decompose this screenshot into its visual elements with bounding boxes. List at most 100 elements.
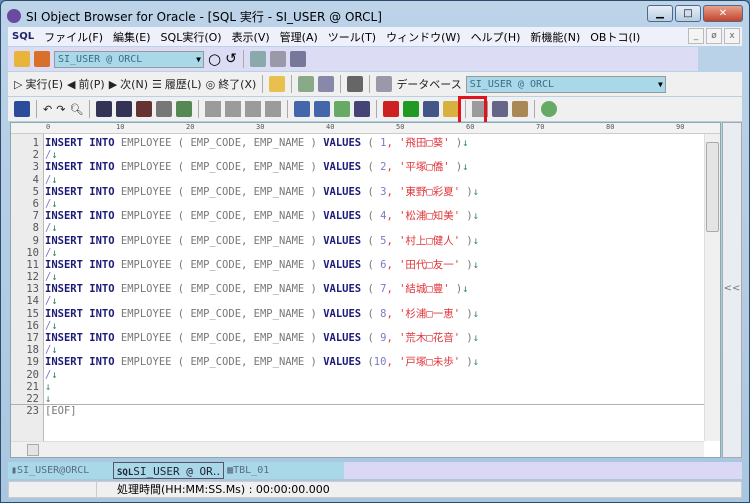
ruler-tick: 10 — [116, 123, 125, 131]
maximize-button[interactable]: □ — [675, 5, 701, 22]
code-line[interactable]: 21 ↓ — [11, 381, 704, 393]
menu-file[interactable]: ファイル(F) — [44, 29, 103, 45]
code-line[interactable]: 23 [EOF] — [11, 405, 704, 417]
code-line[interactable]: 11 INSERT INTO EMPLOYEE ( EMP_CODE, EMP_N… — [11, 259, 704, 271]
close-button[interactable]: ✕ — [703, 5, 743, 22]
newline-mark: ↓ — [51, 197, 58, 210]
export-icon[interactable] — [298, 76, 315, 92]
disabled-button-1[interactable] — [205, 101, 222, 117]
code-line[interactable]: 12/↓ — [11, 271, 704, 283]
disabled-button-4[interactable] — [265, 101, 282, 117]
undo-icon[interactable]: ↶ — [43, 103, 52, 116]
keyword: INSERT — [45, 307, 83, 320]
menu-manage[interactable]: 管理(A) — [280, 29, 318, 45]
ruler-tick: 70 — [536, 123, 545, 131]
disabled-button-2[interactable] — [225, 101, 242, 117]
menu-view[interactable]: 表示(V) — [232, 29, 270, 45]
code-line[interactable]: 20/↓ — [11, 369, 704, 381]
mdi-close-button[interactable]: x — [724, 28, 740, 44]
code-line[interactable]: 22 ↓ — [11, 393, 704, 406]
open-folder-icon[interactable] — [269, 76, 286, 92]
sql-format-icon[interactable] — [354, 101, 371, 117]
outdent-icon[interactable] — [314, 101, 331, 117]
horizontal-scrollbar[interactable] — [11, 441, 704, 457]
code-line[interactable]: 3 INSERT INTO EMPLOYEE ( EMP_CODE, EMP_NA… — [11, 161, 704, 173]
code-area[interactable]: 1 INSERT INTO EMPLOYEE ( EMP_CODE, EMP_NA… — [11, 137, 704, 417]
code-line[interactable]: 4/↓ — [11, 174, 704, 186]
macro-record-icon[interactable] — [383, 101, 400, 117]
table-icon[interactable] — [492, 101, 509, 117]
split-icon[interactable] — [347, 76, 364, 92]
code-line[interactable]: 15 INSERT INTO EMPLOYEE ( EMP_CODE, EMP_N… — [11, 308, 704, 320]
tab-table[interactable]: ▦TBL_01 — [224, 462, 345, 479]
mdi-minimize-button[interactable]: _ — [688, 28, 704, 44]
side-panel-toggle[interactable]: << — [722, 122, 742, 458]
menu-new-features[interactable]: 新機能(N) — [530, 29, 580, 45]
indent-icon[interactable] — [294, 101, 311, 117]
sql-plus-icon[interactable] — [318, 76, 335, 92]
code-line[interactable]: 9 INSERT INTO EMPLOYEE ( EMP_CODE, EMP_NA… — [11, 235, 704, 247]
macro-play-icon[interactable] — [403, 101, 420, 117]
run-button[interactable]: ▷ 実行(E) — [14, 76, 63, 92]
connect-icon[interactable] — [14, 51, 30, 67]
refresh-icon[interactable]: ↺ — [225, 51, 237, 67]
menu-obtoko[interactable]: OBトコ(I) — [590, 29, 640, 45]
macro-save-icon[interactable] — [423, 101, 440, 117]
db-link-icon[interactable] — [376, 76, 393, 92]
macro-open-icon[interactable] — [443, 101, 460, 117]
keyword: INTO — [89, 185, 115, 198]
code-line[interactable]: 2/↓ — [11, 149, 704, 161]
code-line[interactable]: 1 INSERT INTO EMPLOYEE ( EMP_CODE, EMP_NA… — [11, 137, 704, 149]
newline-mark: ↓ — [462, 137, 469, 149]
document-icon[interactable] — [269, 51, 286, 67]
code-line[interactable]: 16/↓ — [11, 320, 704, 332]
end-button[interactable]: ◎ 終了(X) — [206, 76, 257, 92]
vertical-scrollbar[interactable] — [704, 134, 720, 441]
format-icon[interactable] — [334, 101, 351, 117]
find-icon[interactable]: 🔍︎ — [69, 103, 83, 116]
mdi-restore-button[interactable]: ø — [706, 28, 722, 44]
code-line[interactable]: 19 INSERT INTO EMPLOYEE ( EMP_CODE, EMP_N… — [11, 356, 704, 368]
find-prev-icon[interactable] — [116, 101, 133, 117]
timer-icon[interactable] — [156, 101, 173, 117]
menu-help[interactable]: ヘルプ(H) — [471, 29, 521, 45]
keyword: INTO — [89, 307, 115, 320]
circle-icon[interactable]: ○ — [208, 50, 221, 68]
replace-icon[interactable] — [136, 101, 153, 117]
sql-window-icon[interactable] — [249, 51, 266, 67]
code-line[interactable]: 5 INSERT INTO EMPLOYEE ( EMP_CODE, EMP_NA… — [11, 186, 704, 198]
menu-window[interactable]: ウィンドウ(W) — [386, 29, 460, 45]
prev-button[interactable]: ◀ 前(P) — [67, 76, 105, 92]
menu-edit[interactable]: 編集(E) — [113, 29, 151, 45]
keyword: INTO — [89, 234, 115, 247]
minimize-button[interactable]: ▁ — [647, 5, 673, 22]
settings-icon[interactable] — [541, 101, 558, 117]
code-line[interactable]: 6/↓ — [11, 198, 704, 210]
database-select[interactable]: SI_USER @ ORCL ▼ — [465, 75, 666, 93]
code-line[interactable]: 13 INSERT INTO EMPLOYEE ( EMP_CODE, EMP_N… — [11, 283, 704, 295]
eof-mark: [EOF] — [45, 405, 77, 418]
code-line[interactable]: 10/↓ — [11, 247, 704, 259]
code-line[interactable]: 17 INSERT INTO EMPLOYEE ( EMP_CODE, EMP_N… — [11, 332, 704, 344]
grid-icon[interactable] — [289, 51, 306, 67]
disconnect-icon[interactable] — [34, 51, 50, 67]
tab-connection[interactable]: ▮SI_USER@ORCL — [8, 462, 113, 479]
menu-tools[interactable]: ツール(T) — [328, 29, 376, 45]
jump-icon[interactable] — [176, 101, 193, 117]
keyword: INTO — [89, 283, 115, 296]
code-line[interactable]: 18/↓ — [11, 344, 704, 356]
sql-editor[interactable]: 0 10 20 30 40 50 60 70 80 90 1 INSERT INTO EMPLOYE… — [10, 122, 721, 458]
code-line[interactable]: 14/↓ — [11, 295, 704, 307]
history-button[interactable]: ☰ 履歴(L) — [152, 76, 202, 92]
tab-sql[interactable]: SQLSI_USER @ OR‥ — [113, 462, 225, 479]
disabled-button-3[interactable] — [245, 101, 262, 117]
save-icon[interactable] — [14, 101, 30, 117]
code-line[interactable]: 7 INSERT INTO EMPLOYEE ( EMP_CODE, EMP_NA… — [11, 210, 704, 222]
redo-icon[interactable]: ↷ — [56, 103, 65, 116]
next-button[interactable]: ▶ 次(N) — [109, 76, 148, 92]
code-line[interactable]: 8/↓ — [11, 222, 704, 234]
find-next-icon[interactable] — [96, 101, 113, 117]
connection-select[interactable]: SI_USER @ ORCL ▼ — [54, 50, 204, 68]
menu-sql-run[interactable]: SQL実行(O) — [161, 29, 222, 45]
object-icon[interactable] — [512, 101, 529, 117]
